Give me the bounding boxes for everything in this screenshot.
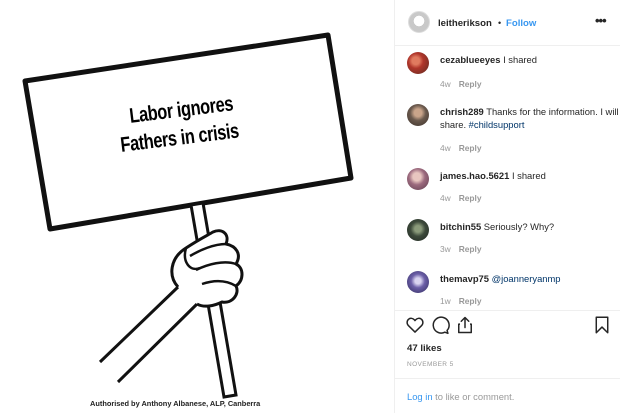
commenter-avatar[interactable] (407, 104, 429, 126)
commenter-avatar[interactable] (407, 219, 429, 241)
login-prompt-text: to like or comment. (432, 391, 515, 402)
post-sidebar: leitherikson • Follow ••• cezablueeyes I… (394, 0, 620, 413)
commenter-username[interactable]: themavp75 (440, 273, 489, 284)
comment-text: I shared (511, 170, 546, 181)
comment-age[interactable]: 4w (440, 79, 451, 89)
comment-age[interactable]: 1w (440, 296, 451, 306)
share-icon[interactable] (455, 315, 475, 335)
reply-button[interactable]: Reply (459, 79, 482, 89)
authorisation-text: Authorised by Anthony Albanese, ALP, Can… (90, 399, 261, 408)
likes-count[interactable]: 47 likes (407, 343, 442, 354)
hashtag-link[interactable]: #childsupport (469, 119, 525, 130)
header-separator: • (498, 18, 502, 28)
author-avatar[interactable] (408, 11, 430, 33)
commenter-avatar[interactable] (407, 271, 429, 293)
instagram-post: Labor ignores Fathers in crisis Authoris… (0, 0, 620, 413)
commenter-avatar[interactable] (407, 168, 429, 190)
reply-button[interactable]: Reply (459, 244, 482, 254)
comment-text: Seriously? Why? (483, 221, 555, 232)
commenter-username[interactable]: james.hao.5621 (440, 170, 509, 181)
comment-icon[interactable] (430, 315, 450, 335)
follow-button[interactable]: Follow (506, 18, 536, 29)
comment-text: I shared (503, 54, 537, 65)
protest-sign-illustration (22, 32, 354, 399)
commenter-avatar[interactable] (407, 52, 429, 74)
commenter-username[interactable]: cezablueeyes (440, 54, 500, 65)
reply-button[interactable]: Reply (459, 193, 482, 203)
comment-age[interactable]: 4w (440, 193, 451, 203)
mention-link[interactable]: @joanneryanmp (492, 273, 561, 284)
comment-age[interactable]: 4w (440, 143, 451, 153)
post-date[interactable]: NOVEMBER 5 (407, 361, 454, 368)
post-image[interactable]: Labor ignores Fathers in crisis Authoris… (0, 0, 394, 413)
commenter-username[interactable]: chrish289 (440, 106, 484, 117)
heart-icon[interactable] (405, 315, 425, 335)
comments-list[interactable]: cezablueeyes I shared 4w Reply chrish289 … (395, 46, 620, 310)
reply-button[interactable]: Reply (459, 296, 482, 306)
login-link[interactable]: Log in (407, 391, 433, 402)
commenter-username[interactable]: bitchin55 (440, 221, 481, 232)
author-username[interactable]: leitherikson (438, 18, 492, 29)
comment-age[interactable]: 3w (440, 244, 451, 254)
more-horizontal-icon[interactable]: ••• (595, 13, 607, 28)
comment-footer: Log in to like or comment. (395, 378, 620, 413)
post-header: leitherikson • Follow ••• (395, 0, 620, 46)
reply-button[interactable]: Reply (459, 143, 482, 153)
bookmark-icon[interactable] (593, 315, 611, 335)
action-bar (395, 310, 620, 340)
